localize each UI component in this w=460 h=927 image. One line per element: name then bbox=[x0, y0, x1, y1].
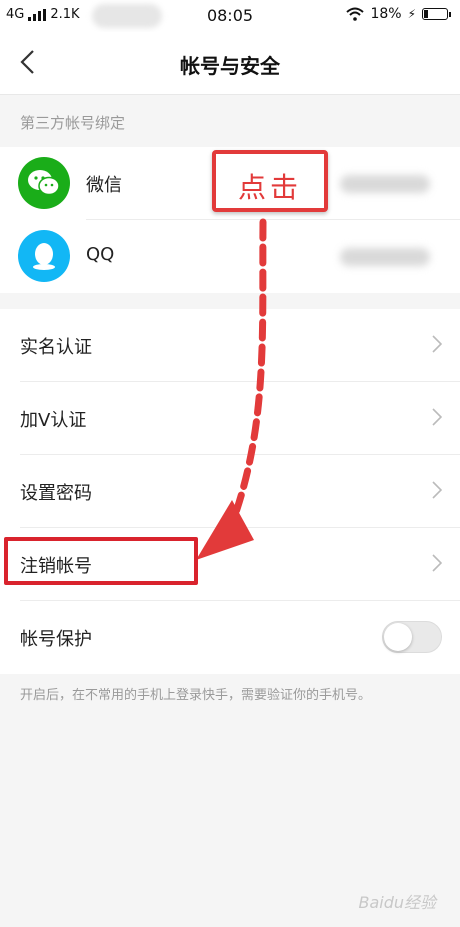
v-verification-row[interactable]: 加V认证 bbox=[0, 382, 460, 455]
chevron-right-icon bbox=[432, 408, 442, 426]
chevron-right-icon bbox=[432, 335, 442, 353]
nav-bar: 帐号与安全 bbox=[0, 32, 460, 95]
toggle-knob bbox=[384, 623, 412, 651]
wechat-status-blurred bbox=[340, 175, 430, 193]
real-name-auth-row[interactable]: 实名认证 bbox=[0, 309, 460, 382]
qq-label: QQ bbox=[86, 244, 115, 265]
real-name-auth-label: 实名认证 bbox=[20, 336, 92, 358]
highlight-box bbox=[4, 537, 198, 585]
protection-footnote: 开启后，在不常用的手机上登录快手，需要验证你的手机号。 bbox=[20, 688, 372, 703]
battery-percent: 18% bbox=[370, 6, 402, 22]
wifi-icon bbox=[346, 7, 365, 21]
settings-card: 实名认证 加V认证 设置密码 注销帐号 帐号保护 bbox=[0, 309, 460, 674]
chevron-right-icon bbox=[432, 554, 442, 572]
set-password-row[interactable]: 设置密码 bbox=[0, 455, 460, 528]
account-protection-row: 帐号保护 bbox=[0, 601, 460, 674]
third-party-section-label: 第三方帐号绑定 bbox=[20, 114, 126, 132]
qq-icon bbox=[18, 230, 70, 282]
wechat-label: 微信 bbox=[86, 175, 122, 196]
account-protection-label: 帐号保护 bbox=[20, 628, 92, 650]
watermark-logo: Baidu经验 bbox=[358, 893, 436, 912]
qq-row[interactable]: QQ bbox=[0, 220, 460, 293]
status-right: 18% ⚡ bbox=[346, 6, 451, 22]
battery-icon bbox=[422, 8, 451, 20]
charging-icon: ⚡ bbox=[407, 7, 416, 21]
wechat-icon bbox=[18, 157, 70, 209]
click-callout-text: 点击 bbox=[237, 171, 302, 204]
chevron-right-icon bbox=[432, 481, 442, 499]
status-bar: 4G 2.1K 08:05 18% ⚡ bbox=[0, 0, 460, 32]
set-password-label: 设置密码 bbox=[20, 482, 92, 504]
v-verification-label: 加V认证 bbox=[20, 409, 87, 431]
page-title: 帐号与安全 bbox=[180, 54, 280, 78]
account-protection-toggle[interactable] bbox=[382, 621, 442, 653]
click-callout: 点击 bbox=[212, 150, 328, 212]
qq-status-blurred bbox=[340, 248, 430, 266]
